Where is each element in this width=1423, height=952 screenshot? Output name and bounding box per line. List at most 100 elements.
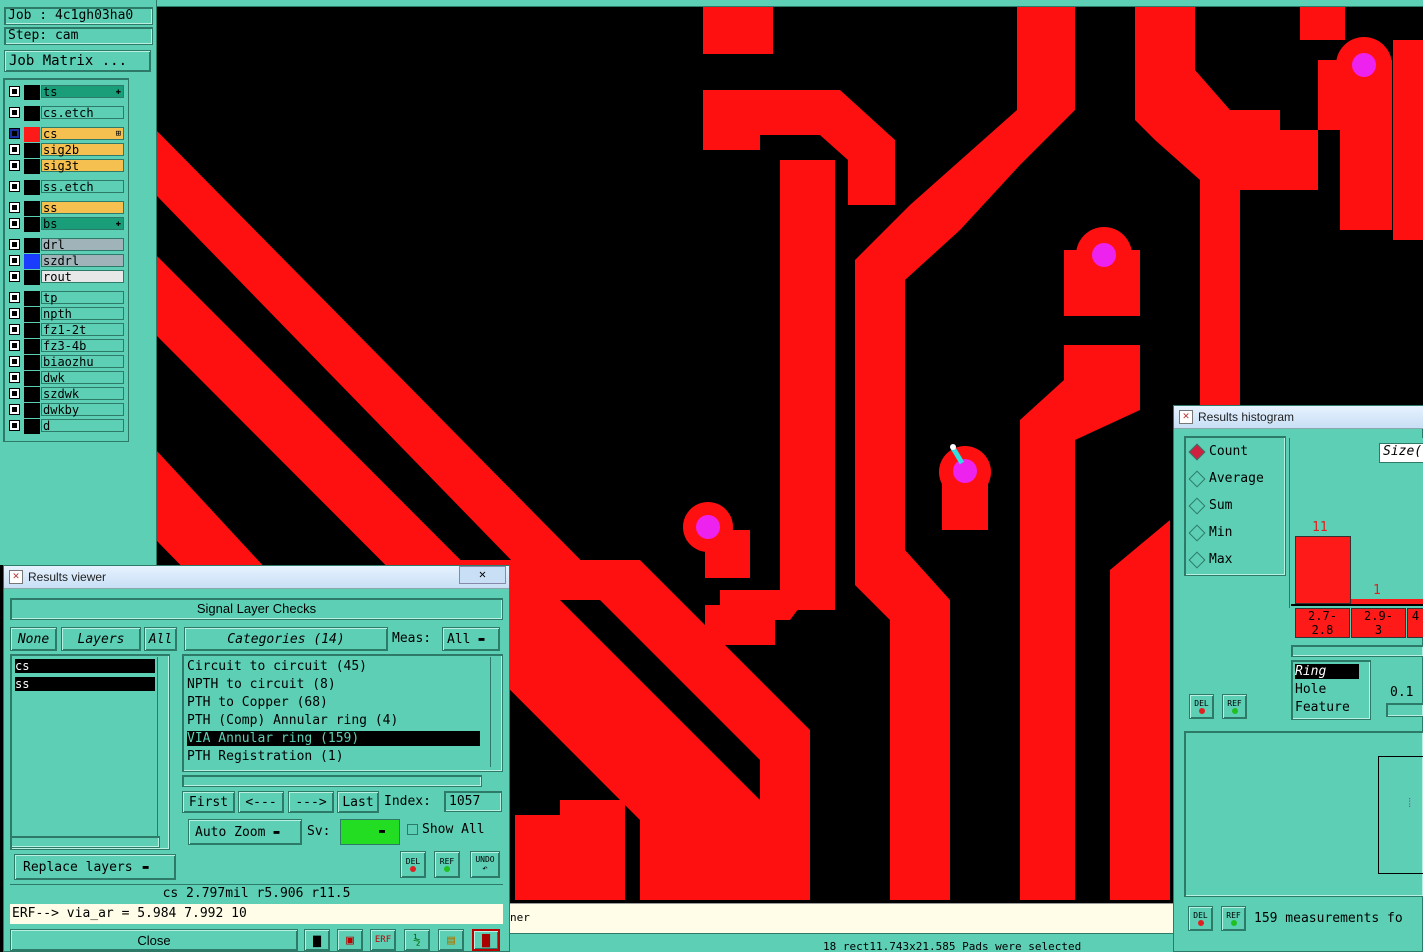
close-x-button[interactable]: ✕ — [459, 566, 506, 584]
index-input[interactable]: 1057 — [444, 791, 502, 812]
layer-row[interactable]: dwkby — [7, 403, 124, 418]
layer-checkbox[interactable] — [9, 388, 20, 399]
layer-row[interactable]: fz1-2t — [7, 323, 124, 338]
selection-list[interactable]: Ring Hole Feature — [1291, 660, 1371, 720]
vertical-scrollbar[interactable] — [490, 657, 500, 767]
layer-name: dwkby — [41, 403, 124, 417]
ref-button[interactable]: REF — [1222, 694, 1247, 719]
layer-row[interactable]: szdwk — [7, 387, 124, 402]
step-slider[interactable] — [1386, 703, 1423, 717]
layer-checkbox[interactable] — [9, 86, 20, 97]
layer-row[interactable]: drl — [7, 238, 124, 253]
layer-row[interactable]: rout — [7, 270, 124, 285]
layer-checkbox[interactable] — [9, 356, 20, 367]
erf-tool-icon[interactable]: ERF — [370, 929, 396, 951]
del-button[interactable]: DEL — [1188, 906, 1213, 931]
ref-button[interactable]: REF — [1221, 906, 1246, 931]
list-item[interactable]: PTH to Copper (68) — [187, 695, 328, 710]
layer-checkbox[interactable] — [9, 340, 20, 351]
layer-row[interactable]: ss.etch — [7, 180, 124, 195]
layer-checkbox[interactable] — [9, 271, 20, 282]
layer-checkbox[interactable] — [9, 372, 20, 383]
list-item[interactable]: Feature — [1295, 700, 1350, 715]
prev-button[interactable]: <--- — [238, 791, 284, 813]
layer-name: rout — [41, 270, 124, 284]
horizontal-scrollbar[interactable] — [182, 775, 482, 787]
layer-select-list[interactable]: cs ss — [10, 654, 170, 850]
layer-row[interactable]: d — [7, 419, 124, 434]
list-item[interactable]: Hole — [1295, 682, 1326, 697]
ref-button[interactable]: REF — [434, 851, 460, 878]
layer-row[interactable]: cs.etch — [7, 106, 124, 121]
layer-row[interactable]: szdrl — [7, 254, 124, 269]
first-button[interactable]: First — [182, 791, 235, 813]
layer-checkbox[interactable] — [9, 292, 20, 303]
all-button[interactable]: All — [144, 627, 177, 651]
layer-checkbox[interactable] — [9, 144, 20, 155]
layer-checkbox[interactable] — [9, 218, 20, 229]
list-item[interactable]: Circuit to circuit (45) — [187, 659, 367, 674]
list-item-selected[interactable]: VIA Annular ring (159) — [187, 731, 480, 746]
layer-checkbox[interactable] — [9, 404, 20, 415]
layer-name: drl — [41, 238, 124, 252]
layer-row[interactable]: ts ✚ — [7, 85, 124, 100]
layer-checkbox[interactable] — [9, 308, 20, 319]
list-item[interactable]: NPTH to circuit (8) — [187, 677, 336, 692]
replace-layers-dropdown[interactable]: Replace layers ▬ — [14, 854, 176, 880]
layer-checkbox[interactable] — [9, 181, 20, 192]
film-tool-icon[interactable]: ▣ — [337, 929, 363, 951]
horizontal-scrollbar[interactable] — [10, 836, 160, 848]
layer-row[interactable]: sig2b — [7, 143, 124, 158]
none-button[interactable]: None — [10, 627, 57, 651]
layer-checkbox[interactable] — [9, 255, 20, 266]
horizontal-scrollbar[interactable] — [1291, 645, 1423, 657]
histogram-tool-icon[interactable]: ▇ — [472, 929, 500, 951]
chart-tool-icon[interactable]: ▆ — [304, 929, 330, 951]
layer-checkbox[interactable] — [9, 128, 20, 139]
layer-checkbox[interactable] — [9, 324, 20, 335]
results-viewer-titlebar[interactable]: ✕ Results viewer — [4, 566, 509, 589]
layer-row[interactable]: dwk — [7, 371, 124, 386]
meas-dropdown[interactable]: All ▬ — [442, 627, 500, 651]
layer-checkbox[interactable] — [9, 107, 20, 118]
categories-list[interactable]: Circuit to circuit (45) NPTH to circuit … — [182, 654, 503, 772]
undo-button[interactable]: UNDO ↶ — [470, 851, 500, 878]
list-item[interactable]: cs — [15, 659, 155, 673]
step-tool-icon[interactable]: ½ — [404, 929, 430, 951]
layer-color-swatch — [24, 159, 40, 174]
auto-zoom-dropdown[interactable]: Auto Zoom ▬ — [188, 819, 302, 845]
layer-checkbox[interactable] — [9, 202, 20, 213]
histogram-bar — [1295, 536, 1351, 604]
categories-button[interactable]: Categories (14) — [184, 627, 388, 651]
undo-icon: ↶ — [482, 864, 488, 874]
last-button[interactable]: Last — [337, 791, 379, 813]
job-matrix-button[interactable]: Job Matrix ... — [4, 50, 151, 72]
vertical-scrollbar[interactable] — [157, 657, 167, 842]
sv-color-dropdown[interactable]: ▬ — [340, 819, 400, 845]
layers-button[interactable]: Layers — [61, 627, 141, 651]
layer-color-swatch — [24, 371, 40, 386]
layer-row[interactable]: ss — [7, 201, 124, 216]
layer-row[interactable]: bs ✚ — [7, 217, 124, 232]
layer-row[interactable]: tp — [7, 291, 124, 306]
list-item[interactable]: ss — [15, 677, 155, 691]
list-item[interactable]: PTH Registration (1) — [187, 749, 344, 764]
layer-row[interactable]: biaozhu — [7, 355, 124, 370]
histogram-titlebar[interactable]: ✕ Results histogram — [1174, 406, 1423, 429]
report-tool-icon[interactable]: ▤ — [438, 929, 464, 951]
del-button[interactable]: DEL — [400, 851, 426, 878]
layer-row[interactable]: sig3t — [7, 159, 124, 174]
layer-row[interactable]: cs ⊞ — [7, 127, 124, 142]
list-item-selected[interactable]: Ring — [1295, 664, 1359, 679]
layer-checkbox[interactable] — [9, 239, 20, 250]
layer-checkbox[interactable] — [9, 160, 20, 171]
window-icon: ✕ — [9, 570, 23, 584]
next-button[interactable]: ---> — [288, 791, 334, 813]
close-button[interactable]: Close — [10, 929, 298, 951]
layer-row[interactable]: npth — [7, 307, 124, 322]
list-item[interactable]: PTH (Comp) Annular ring (4) — [187, 713, 398, 728]
show-all-checkbox[interactable] — [407, 824, 418, 835]
layer-row[interactable]: fz3-4b — [7, 339, 124, 354]
del-button[interactable]: DEL — [1189, 694, 1214, 719]
layer-checkbox[interactable] — [9, 420, 20, 431]
